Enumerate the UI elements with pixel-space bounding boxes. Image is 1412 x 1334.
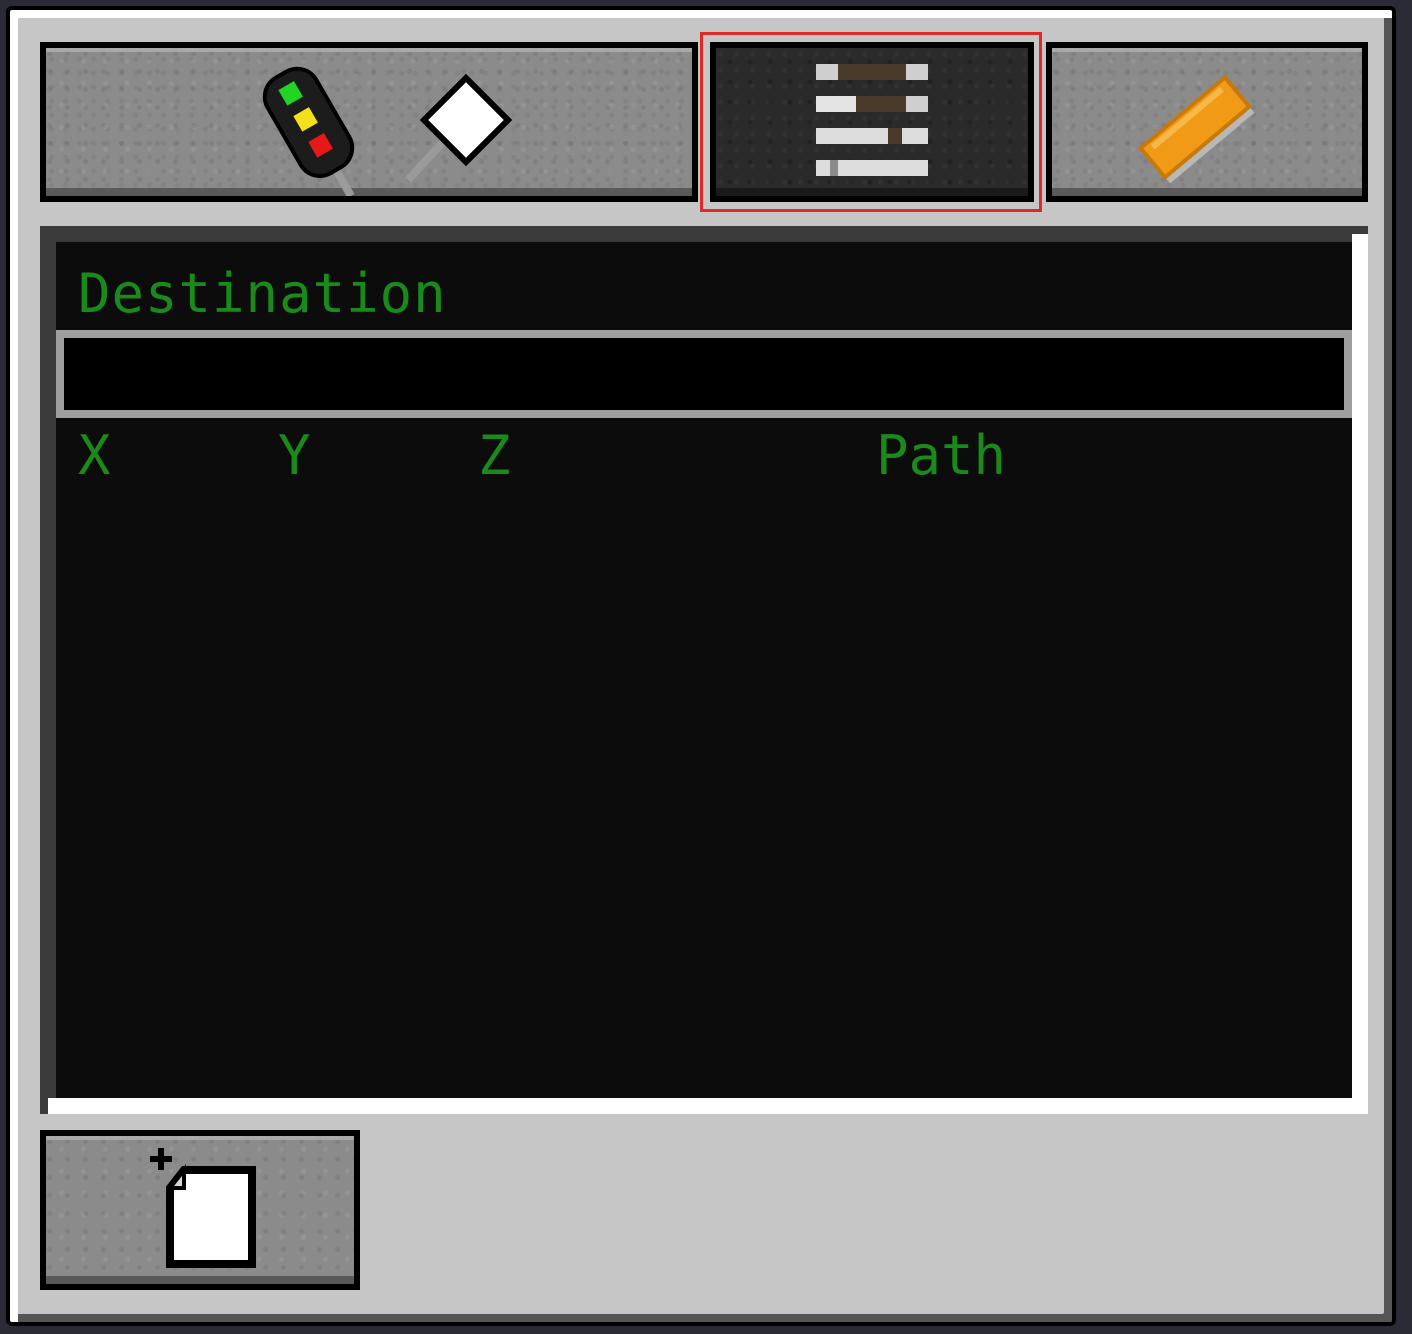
destination-window: Destination X Y Z Path [0,0,1412,1334]
signal-icon [262,66,513,196]
new-document-icon [150,1148,256,1268]
panel-edge [48,1098,1368,1114]
panel-edge [1352,234,1368,1114]
column-header-y: Y [278,424,311,487]
add-destination-button[interactable] [40,1130,360,1290]
ruler-icon [1137,74,1255,184]
tab-ruler[interactable] [1046,42,1368,202]
column-header-x: X [78,424,111,487]
track-list-icon [816,64,928,176]
tab-signals[interactable] [40,42,698,202]
destination-label: Destination [78,262,447,325]
tab-schedule[interactable] [710,42,1034,202]
destination-input[interactable] [56,330,1352,418]
column-header-z: Z [478,424,511,487]
column-header-path: Path [876,424,1007,487]
